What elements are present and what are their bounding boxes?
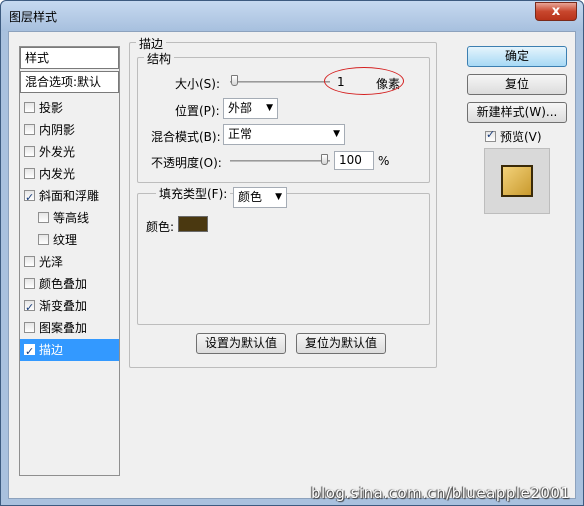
- chevron-down-icon: ▼: [333, 129, 340, 139]
- checkbox-icon[interactable]: [24, 124, 35, 135]
- blend-mode-label: 混合模式(B):: [151, 130, 221, 144]
- color-label: 颜色:: [146, 220, 175, 234]
- structure-group-title: 结构: [144, 50, 175, 67]
- preview-swatch: [501, 165, 533, 197]
- style-item-label: 光泽: [39, 255, 64, 269]
- style-item-10[interactable]: 图案叠加: [20, 317, 119, 339]
- checkbox-icon[interactable]: [24, 256, 35, 267]
- style-item-0[interactable]: 投影: [20, 97, 119, 119]
- checkbox-icon[interactable]: [38, 234, 49, 245]
- stroke-color-swatch[interactable]: [178, 216, 208, 232]
- style-item-label: 内发光: [39, 167, 76, 181]
- style-item-3[interactable]: 内发光: [20, 163, 119, 185]
- set-default-button[interactable]: 设置为默认值: [196, 333, 286, 354]
- checkbox-icon[interactable]: [24, 187, 35, 209]
- checkbox-icon[interactable]: [24, 102, 35, 113]
- style-item-6[interactable]: 纹理: [20, 229, 119, 251]
- chevron-down-icon: ▼: [266, 103, 273, 113]
- checkbox-icon[interactable]: [24, 297, 35, 319]
- position-value: 外部: [228, 101, 253, 115]
- checkbox-icon[interactable]: [24, 278, 35, 289]
- style-item-label: 等高线: [53, 211, 90, 225]
- blend-mode-value: 正常: [228, 127, 253, 141]
- chevron-down-icon: ▼: [275, 192, 282, 202]
- watermark: blog.sina.com.cn/blueapple2001: [311, 484, 571, 502]
- layer-style-dialog: 图层样式 x 样式 混合选项:默认 投影内阴影外发光内发光斜面和浮雕等高线纹理光…: [0, 0, 584, 506]
- preview-label: 预览(V): [500, 130, 542, 144]
- opacity-slider-thumb[interactable]: [321, 154, 328, 165]
- window-title: 图层样式: [9, 10, 58, 24]
- fill-type-label: 填充类型(F):: [156, 185, 231, 202]
- style-item-label: 外发光: [39, 145, 76, 159]
- title-bar[interactable]: 图层样式 x: [1, 1, 583, 31]
- ok-button[interactable]: 确定: [467, 46, 567, 67]
- dialog-body: 样式 混合选项:默认 投影内阴影外发光内发光斜面和浮雕等高线纹理光泽颜色叠加渐变…: [8, 31, 576, 499]
- styles-header[interactable]: 样式: [20, 47, 119, 69]
- style-preview: [484, 148, 550, 214]
- fill-type-value: 颜色: [238, 190, 263, 204]
- style-item-label: 渐变叠加: [39, 299, 88, 313]
- opacity-label: 不透明度(O):: [151, 156, 222, 170]
- style-item-4[interactable]: 斜面和浮雕: [20, 185, 119, 209]
- opacity-slider-track[interactable]: [230, 160, 330, 162]
- checkbox-icon[interactable]: [24, 146, 35, 157]
- style-item-label: 内阴影: [39, 123, 76, 137]
- style-item-label: 纹理: [53, 233, 78, 247]
- style-item-8[interactable]: 颜色叠加: [20, 273, 119, 295]
- size-label: 大小(S):: [175, 77, 221, 91]
- stroke-group: 描边 结构 大小(S): 1 像素 位置(P): 外部 ▼ 混合模式(B): 正…: [129, 35, 437, 368]
- fill-group: 填充类型(F): 颜色 ▼ 颜色:: [137, 185, 430, 325]
- preview-check-icon: [485, 128, 496, 142]
- highlight-ellipse: [324, 67, 404, 95]
- new-style-button[interactable]: 新建样式(W)...: [467, 102, 567, 123]
- size-slider-thumb[interactable]: [231, 75, 238, 86]
- style-item-label: 图案叠加: [39, 321, 88, 335]
- structure-group: 结构 大小(S): 1 像素 位置(P): 外部 ▼ 混合模式(B): 正常 ▼…: [137, 50, 430, 183]
- opacity-unit: %: [378, 154, 390, 168]
- style-list: 样式 混合选项:默认 投影内阴影外发光内发光斜面和浮雕等高线纹理光泽颜色叠加渐变…: [19, 46, 120, 476]
- style-item-label: 描边: [39, 343, 64, 357]
- style-item-2[interactable]: 外发光: [20, 141, 119, 163]
- checkbox-icon[interactable]: [24, 322, 35, 333]
- style-item-label: 斜面和浮雕: [39, 189, 100, 203]
- reset-default-button[interactable]: 复位为默认值: [296, 333, 386, 354]
- checkbox-icon[interactable]: [38, 212, 49, 223]
- checkbox-icon[interactable]: [24, 341, 35, 363]
- size-slider-track[interactable]: [230, 81, 330, 83]
- fill-type-select[interactable]: 颜色 ▼: [233, 187, 287, 208]
- blend-mode-select[interactable]: 正常 ▼: [223, 124, 345, 145]
- style-item-11[interactable]: 描边: [20, 339, 119, 363]
- blend-options-item[interactable]: 混合选项:默认: [20, 71, 119, 93]
- position-select[interactable]: 外部 ▼: [223, 98, 278, 119]
- position-label: 位置(P):: [175, 104, 220, 118]
- opacity-input[interactable]: 100: [334, 151, 374, 170]
- style-item-label: 投影: [39, 101, 64, 115]
- style-item-5[interactable]: 等高线: [20, 207, 119, 229]
- checkbox-icon[interactable]: [24, 168, 35, 179]
- preview-checkbox[interactable]: 预览(V): [485, 128, 542, 145]
- reset-button[interactable]: 复位: [467, 74, 567, 95]
- close-button[interactable]: x: [535, 2, 577, 21]
- style-item-1[interactable]: 内阴影: [20, 119, 119, 141]
- style-item-label: 颜色叠加: [39, 277, 88, 291]
- style-item-7[interactable]: 光泽: [20, 251, 119, 273]
- style-item-9[interactable]: 渐变叠加: [20, 295, 119, 319]
